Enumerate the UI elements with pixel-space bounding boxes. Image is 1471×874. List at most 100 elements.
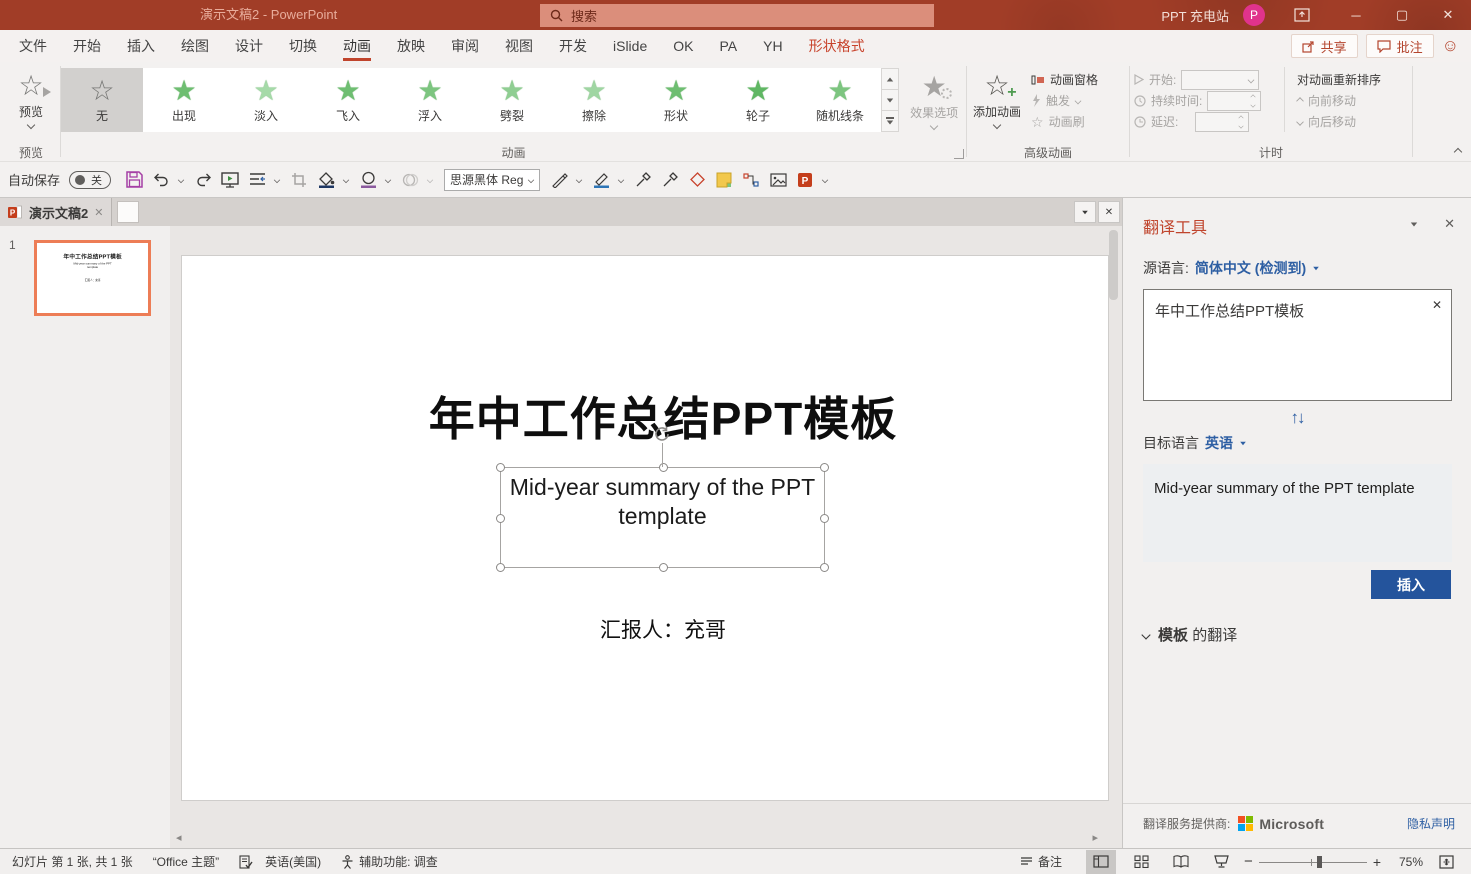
eyedropper-icon[interactable] <box>631 167 655 193</box>
move-later-button[interactable]: 向后移动 <box>1293 111 1381 132</box>
comments-button[interactable]: 批注 <box>1365 34 1434 58</box>
animation-wipe[interactable]: ★ 擦除 <box>553 68 635 132</box>
animation-wheel[interactable]: ★ 轮子 <box>717 68 799 132</box>
pane-close-icon[interactable]: ✕ <box>1444 216 1455 232</box>
tab-slideshow[interactable]: 放映 <box>384 30 438 62</box>
animation-fade[interactable]: ★ 淡入 <box>225 68 307 132</box>
clear-source-icon[interactable]: ✕ <box>1432 298 1442 312</box>
resize-handle-ne[interactable] <box>820 463 829 472</box>
target-language-dropdown-icon[interactable] <box>1240 441 1246 445</box>
tab-list-dropdown-button[interactable] <box>1074 201 1096 223</box>
add-animation-button[interactable]: ☆ + 添加动画 <box>967 67 1027 130</box>
tab-view[interactable]: 视图 <box>492 30 546 62</box>
maximize-button[interactable]: ▢ <box>1379 0 1425 30</box>
animation-shape[interactable]: ★ 形状 <box>635 68 717 132</box>
resize-handle-nw[interactable] <box>496 463 505 472</box>
connector-icon[interactable] <box>739 167 763 193</box>
animation-pane-button[interactable]: 动画窗格 <box>1027 69 1098 90</box>
tab-animations[interactable]: 动画 <box>330 30 384 62</box>
fill-color-icon[interactable] <box>314 167 338 193</box>
theme-name[interactable]: “Office 主题” <box>143 853 229 870</box>
document-tab-close-icon[interactable]: ✕ <box>94 206 103 219</box>
highlight-icon[interactable] <box>589 167 613 193</box>
gallery-scroll-down-button[interactable] <box>881 90 900 111</box>
shape-outline-icon[interactable] <box>356 167 380 193</box>
redo-icon[interactable] <box>191 167 215 193</box>
eyedropper-alt-icon[interactable] <box>658 167 682 193</box>
accessibility-status[interactable]: 辅助功能: 调查 <box>331 853 448 870</box>
insert-button[interactable]: 插入 <box>1371 570 1451 599</box>
proofing-language[interactable]: 英语(美国) <box>263 853 331 870</box>
tab-pa[interactable]: PA <box>706 30 750 62</box>
picture-icon[interactable] <box>766 167 790 193</box>
start-slideshow-icon[interactable] <box>218 167 242 193</box>
move-earlier-button[interactable]: 向前移动 <box>1293 90 1381 111</box>
effect-options-button[interactable]: ★ 效果选项 <box>902 68 966 131</box>
qat-overflow-button[interactable] <box>820 167 830 193</box>
sticky-note-icon[interactable] <box>712 167 736 193</box>
feedback-smiley-icon[interactable]: ☺ <box>1442 36 1459 56</box>
horizontal-scrollbar[interactable]: ◂ ▸ <box>176 830 1098 845</box>
resize-handle-sw[interactable] <box>496 563 505 572</box>
share-button[interactable]: 共享 <box>1290 34 1358 58</box>
search-box[interactable]: 搜索 <box>540 4 934 27</box>
tab-design[interactable]: 设计 <box>222 30 276 62</box>
autosave-toggle[interactable]: 关 <box>69 170 112 189</box>
resize-handle-w[interactable] <box>496 514 505 523</box>
resize-handle-s[interactable] <box>659 563 668 572</box>
slide-thumbnail[interactable]: 年中工作总结PPT模板 Mid-year summary of the PPT … <box>34 240 151 316</box>
selected-textbox[interactable]: Mid-year summary of the PPT template <box>496 463 829 572</box>
scroll-right-icon[interactable]: ▸ <box>1092 831 1098 844</box>
zoom-level[interactable]: 75% <box>1389 855 1423 869</box>
merge-shapes-icon[interactable] <box>685 167 709 193</box>
reading-view-button[interactable] <box>1166 850 1196 874</box>
tab-shape-format[interactable]: 形状格式 <box>796 30 878 62</box>
animation-random-bars[interactable]: ★ 随机线条 <box>799 68 881 132</box>
source-language-dropdown-icon[interactable] <box>1313 266 1319 270</box>
scroll-left-icon[interactable]: ◂ <box>176 831 182 844</box>
vertical-scrollbar[interactable] <box>1107 230 1120 790</box>
gallery-scroll-up-button[interactable] <box>881 68 900 90</box>
animation-float-in[interactable]: ★ 浮入 <box>389 68 471 132</box>
slide-canvas[interactable]: 年中工作总结PPT模板 Mid-year summary of the PPT … <box>182 256 1108 800</box>
zoom-slider[interactable] <box>1258 855 1367 868</box>
tab-developer[interactable]: 开发 <box>546 30 600 62</box>
rotation-handle[interactable] <box>653 425 671 443</box>
gallery-more-button[interactable] <box>881 111 900 132</box>
target-language-value[interactable]: 英语 <box>1205 433 1233 453</box>
slide-info[interactable]: 幻灯片 第 1 张, 共 1 张 <box>8 853 143 870</box>
animation-fly-in[interactable]: ★ 飞入 <box>307 68 389 132</box>
tab-ok[interactable]: OK <box>660 30 706 62</box>
animation-appear[interactable]: ★ 出现 <box>143 68 225 132</box>
resize-handle-se[interactable] <box>820 563 829 572</box>
close-button[interactable]: ✕ <box>1425 0 1471 30</box>
undo-icon[interactable] <box>149 167 173 193</box>
resize-handle-e[interactable] <box>820 514 829 523</box>
document-tab[interactable]: P 演示文稿2 ✕ <box>0 198 113 226</box>
collapse-ribbon-button[interactable] <box>1453 147 1463 157</box>
privacy-statement-link[interactable]: 隐私声明 <box>1407 815 1455 832</box>
animation-split[interactable]: ★ 劈裂 <box>471 68 553 132</box>
tab-transitions[interactable]: 切换 <box>276 30 330 62</box>
save-icon[interactable] <box>122 167 146 193</box>
ribbon-display-options-icon[interactable] <box>1289 0 1315 30</box>
trigger-button[interactable]: 触发 <box>1027 90 1098 111</box>
new-document-tab-button[interactable] <box>117 201 140 223</box>
draw-pen-icon[interactable] <box>547 167 571 193</box>
animation-painter-button[interactable]: ☆ 动画刷 <box>1027 111 1098 132</box>
animation-none[interactable]: ☆ 无 <box>61 68 143 132</box>
tab-yh[interactable]: YH <box>750 30 795 62</box>
shape-effects-icon[interactable] <box>398 167 422 193</box>
pane-menu-icon[interactable] <box>1410 222 1418 226</box>
tab-islide[interactable]: iSlide <box>600 30 660 62</box>
account-name[interactable]: PPT 充电站 <box>1161 6 1229 25</box>
align-icon[interactable] <box>245 167 269 193</box>
powerpoint-icon[interactable]: P <box>793 167 817 193</box>
avatar[interactable]: P <box>1243 4 1265 26</box>
preview-button[interactable]: ☆ 预览 <box>2 67 60 130</box>
zoom-out-button[interactable]: − <box>1244 853 1253 870</box>
start-dropdown[interactable] <box>1181 69 1260 90</box>
duration-spinner[interactable] <box>1207 90 1262 111</box>
font-name-box[interactable]: 思源黑体 Reg <box>444 168 541 191</box>
zoom-in-button[interactable]: + <box>1373 854 1381 870</box>
